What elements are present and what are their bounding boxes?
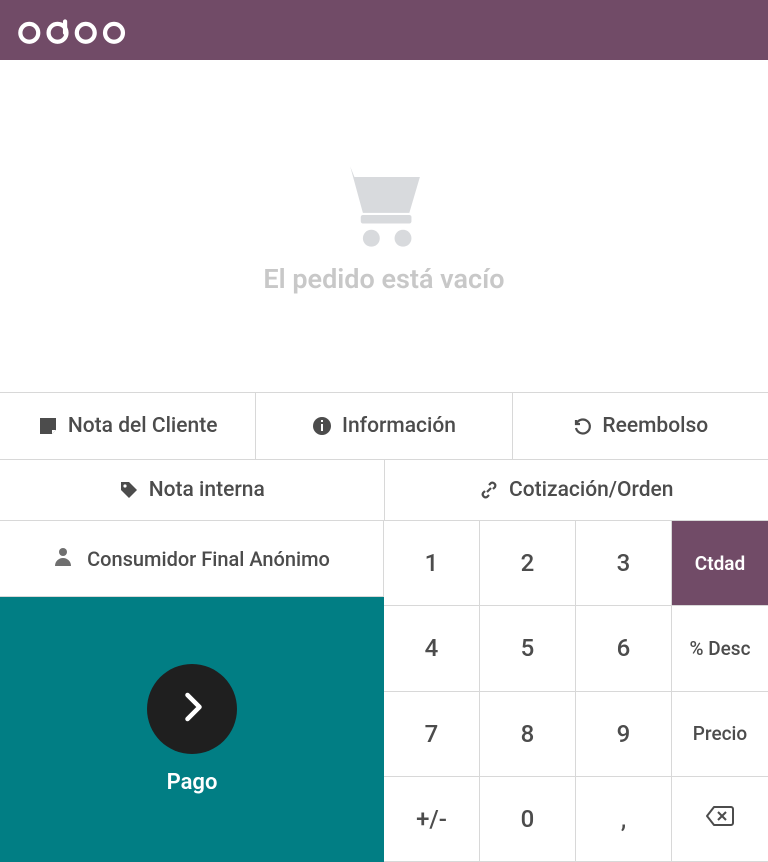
info-icon: [312, 416, 332, 436]
chevron-right-icon: [174, 689, 210, 729]
numpad-4[interactable]: 4: [384, 606, 480, 691]
left-column: Consumidor Final Anónimo Pago: [0, 521, 384, 862]
numpad-backspace[interactable]: [672, 777, 768, 862]
topbar: [0, 0, 768, 60]
backspace-icon: [705, 805, 735, 833]
refund-label: Reembolso: [602, 414, 708, 438]
refund-button[interactable]: Reembolso: [513, 393, 768, 459]
numpad-1[interactable]: 1: [384, 521, 480, 606]
payment-button[interactable]: Pago: [0, 597, 384, 862]
numpad-8[interactable]: 8: [480, 692, 576, 777]
tag-icon: [119, 480, 139, 500]
info-button[interactable]: Información: [256, 393, 512, 459]
info-label: Información: [342, 414, 456, 438]
control-row-2: Nota interna Cotización/Orden: [0, 459, 768, 520]
odoo-logo: [18, 14, 131, 46]
numpad-mode-discount[interactable]: % Desc: [672, 606, 768, 691]
internal-note-label: Nota interna: [149, 478, 265, 502]
payment-circle: [147, 664, 237, 754]
numpad-decimal[interactable]: ,: [576, 777, 672, 862]
control-row-1: Nota del Cliente Información Reembolso: [0, 392, 768, 459]
customer-name: Consumidor Final Anónimo: [87, 547, 330, 571]
numpad-6[interactable]: 6: [576, 606, 672, 691]
quotation-order-label: Cotización/Orden: [509, 478, 673, 502]
numpad-0[interactable]: 0: [480, 777, 576, 862]
quotation-order-button[interactable]: Cotización/Orden: [385, 460, 768, 520]
order-area: El pedido está vacío: [0, 60, 768, 392]
numpad-mode-qty[interactable]: Ctdad: [672, 521, 768, 606]
numpad: 1 2 3 Ctdad 4 5 6 % Desc 7 8 9 Precio +/…: [384, 521, 768, 862]
customer-button[interactable]: Consumidor Final Anónimo: [0, 521, 384, 597]
numpad-5[interactable]: 5: [480, 606, 576, 691]
user-icon: [53, 546, 73, 571]
link-icon: [479, 480, 499, 500]
undo-icon: [572, 416, 592, 436]
numpad-9[interactable]: 9: [576, 692, 672, 777]
sticky-note-icon: [38, 416, 58, 436]
bottom-panel: Consumidor Final Anónimo Pago 1 2 3 Ctda…: [0, 520, 768, 862]
payment-label: Pago: [167, 770, 218, 795]
customer-note-button[interactable]: Nota del Cliente: [0, 393, 256, 459]
numpad-7[interactable]: 7: [384, 692, 480, 777]
empty-order-text: El pedido está vacío: [263, 263, 504, 295]
numpad-2[interactable]: 2: [480, 521, 576, 606]
cart-icon: [329, 158, 439, 257]
customer-note-label: Nota del Cliente: [68, 414, 218, 438]
numpad-sign[interactable]: +/-: [384, 777, 480, 862]
numpad-mode-price[interactable]: Precio: [672, 692, 768, 777]
numpad-3[interactable]: 3: [576, 521, 672, 606]
internal-note-button[interactable]: Nota interna: [0, 460, 385, 520]
